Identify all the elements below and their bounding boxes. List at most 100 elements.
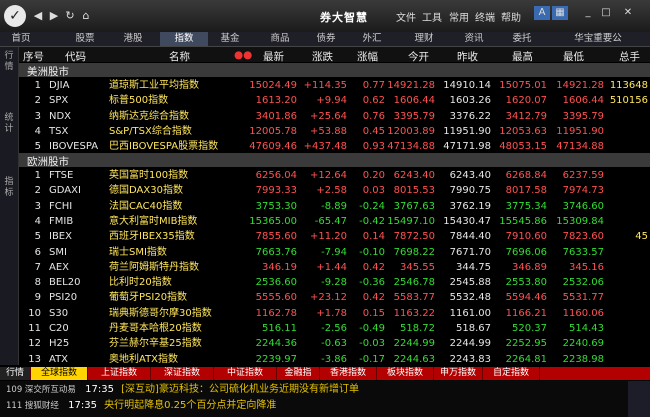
cell-n: 1: [34, 170, 41, 181]
col-last[interactable]: 最新: [263, 49, 284, 64]
news-headline[interactable]: [深互动]豪迈科技：公司硫化机业务近期没有新增订单: [121, 384, 359, 395]
cell-chg: -8.89: [321, 200, 347, 212]
cell-prev: 3762.19: [449, 200, 491, 212]
bottom-tab-csi[interactable]: 中证指数: [214, 367, 277, 380]
tab-fund[interactable]: 基金: [212, 32, 248, 46]
cell-chg: +23.12: [309, 292, 347, 304]
tab-news[interactable]: 资讯: [456, 32, 492, 46]
tab-wealth[interactable]: 理财: [406, 32, 442, 46]
col-low[interactable]: 最低: [563, 49, 584, 64]
maximize-icon[interactable]: □: [598, 6, 614, 20]
cell-name: S&P/TSX综合指数: [109, 125, 192, 137]
table-row[interactable]: 2 GDAXI 德国DAX30指数 7993.33 +2.58 0.03 8015.53 79…: [19, 183, 650, 198]
menu-tools[interactable]: 工具: [422, 9, 442, 24]
cell-last: 2244.36: [255, 338, 297, 350]
news-item[interactable]: 111 搜狐财经 17:35 央行明起降息0.25个百分点并定向降准: [6, 399, 276, 413]
news-time: 17:35: [68, 400, 97, 411]
col-open[interactable]: 今开: [408, 49, 429, 64]
sidebar-tab-quotes[interactable]: 行情: [2, 51, 16, 73]
bottom-tab-szse[interactable]: 深证指数: [151, 367, 214, 380]
col-name[interactable]: 名称: [169, 49, 190, 64]
table-row[interactable]: 3 NDX 纳斯达克综合指数 3401.86 +25.64 0.76 3395.79 3376…: [19, 109, 650, 124]
menu-help[interactable]: 帮助: [501, 9, 521, 24]
tab-home[interactable]: 首页: [4, 32, 38, 46]
minimize-icon[interactable]: _: [580, 6, 596, 20]
table-row[interactable]: 10 S30 瑞典斯德哥尔摩30指数 1162.78 +1.78 0.15 1163.22 1…: [19, 306, 650, 321]
cell-open: 8015.53: [393, 185, 435, 197]
home-icon[interactable]: ⌂: [78, 8, 94, 24]
table-row[interactable]: 4 TSX S&P/TSX综合指数 12005.78 +53.88 0.45 12003.8…: [19, 124, 650, 139]
tab-huabao[interactable]: 华宝重要公: [546, 32, 650, 46]
font-size-icon[interactable]: A: [534, 6, 550, 20]
table-row[interactable]: 9 PSI20 葡萄牙PSI20指数 5555.60 +23.12 0.42 5583.77…: [19, 290, 650, 305]
menu-file[interactable]: 文件: [396, 9, 416, 24]
bottom-tab-global[interactable]: 全球指数: [31, 367, 88, 380]
back-icon[interactable]: ◀: [30, 8, 46, 24]
tab-trade[interactable]: 委托: [504, 32, 540, 46]
tab-forex[interactable]: 外汇: [354, 32, 390, 46]
cell-last: 7663.76: [255, 246, 297, 258]
table-row[interactable]: 4 FMIB 意大利富时MIB指数 15365.00 -65.47 -0.42 15497.…: [19, 214, 650, 229]
col-pct[interactable]: 涨幅: [357, 49, 378, 64]
bottom-tab-finance[interactable]: 金融指: [277, 367, 320, 380]
cell-high: 15075.01: [499, 80, 547, 91]
bottom-tab-bar: 行情 全球指数 上证指数 深证指数 中证指数 金融指 香港指数 板块指数 申万指…: [0, 367, 650, 380]
cell-name: 纳斯达克综合指数: [109, 110, 189, 122]
cell-name: 英国富时100指数: [109, 170, 189, 181]
news-headline[interactable]: 央行明起降息0.25个百分点并定向降准: [104, 400, 276, 411]
bottom-tab-sector[interactable]: 板块指数: [377, 367, 434, 380]
table-row[interactable]: 7 AEX 荷兰阿姆斯特丹指数 346.19 +1.44 0.42 345.55 344.75…: [19, 260, 650, 275]
menu-common[interactable]: 常用: [449, 9, 469, 24]
bottom-tab-sw[interactable]: 申万指数: [434, 367, 483, 380]
table-row[interactable]: 1 FTSE 英国富时100指数 6256.04 +12.64 0.20 6243.40 62…: [19, 168, 650, 183]
tab-stocks[interactable]: 股票: [68, 32, 102, 46]
bottom-tab-hk[interactable]: 香港指数: [320, 367, 377, 380]
col-change[interactable]: 涨跌: [312, 49, 333, 64]
app-title: 券大智慧: [320, 11, 368, 24]
col-prev[interactable]: 昨收: [457, 49, 478, 64]
table-row[interactable]: 2 SPX 标普500指数 1613.20 +9.94 0.62 1606.44 1603.2…: [19, 93, 650, 108]
tab-bond[interactable]: 债券: [308, 32, 344, 46]
table-row[interactable]: 1 DJIA 道琼斯工业平均指数 15024.49 +114.35 0.77 14921.2…: [19, 78, 650, 93]
news-item[interactable]: 109 深交所互动易 17:35 [深互动]豪迈科技：公司硫化机业务近期没有新增…: [6, 383, 359, 397]
forward-icon[interactable]: ▶: [46, 8, 62, 24]
tab-index[interactable]: 指数: [160, 32, 208, 46]
cell-high: 48053.15: [499, 141, 547, 153]
cell-chg: +2.58: [316, 185, 347, 197]
col-seq[interactable]: 序号: [23, 49, 44, 64]
table-row[interactable]: 12 H25 芬兰赫尔辛基25指数 2244.36 -0.63 -0.03 2244.99 2…: [19, 336, 650, 351]
tab-hk[interactable]: 港股: [116, 32, 150, 46]
cell-high: 2252.95: [505, 338, 547, 350]
title-bar: ✓ ◀ ▶ ↻ ⌂ 券大智慧 文件 工具 常用 终端 帮助 A ▦ _ □ ✕: [0, 0, 650, 33]
refresh-icon[interactable]: ↻: [62, 8, 78, 24]
cell-n: 6: [34, 246, 41, 258]
cell-low: 7974.73: [562, 185, 604, 197]
table-row[interactable]: 6 SMI 瑞士SMI指数 7663.76 -7.94 -0.10 7698.22 7671.…: [19, 245, 650, 260]
table-row[interactable]: 5 IBEX 西班牙IBEX35指数 7855.60 +11.20 0.14 7872.50…: [19, 229, 650, 244]
table-row[interactable]: 11 C20 丹麦哥本哈根20指数 516.11 -2.56 -0.49 518.72 518…: [19, 321, 650, 336]
bottom-tab-sse[interactable]: 上证指数: [88, 367, 151, 380]
cell-chg: -65.47: [314, 215, 347, 227]
cell-open: 7872.50: [393, 231, 435, 243]
table-row[interactable]: 13 ATX 奥地利ATX指数 2239.97 -3.86 -0.17 2244.63 224…: [19, 352, 650, 367]
close-icon[interactable]: ✕: [620, 6, 636, 20]
cell-open: 47134.88: [387, 141, 435, 153]
grid-icon[interactable]: ▦: [552, 6, 568, 20]
cell-pct: 0.77: [362, 80, 385, 91]
cell-high: 1166.21: [505, 307, 547, 319]
news-panel-toggle[interactable]: [628, 381, 650, 417]
menu-terminal[interactable]: 终端: [475, 9, 495, 24]
cell-pct: 0.76: [362, 110, 385, 122]
sidebar-tab-stats[interactable]: 统计: [2, 113, 16, 135]
table-row[interactable]: 8 BEL20 比利时20指数 2536.60 -9.28 -0.36 2546.78 254…: [19, 275, 650, 290]
col-high[interactable]: 最高: [512, 49, 533, 64]
cell-n: 2: [34, 185, 41, 197]
bottom-tab-custom[interactable]: 自定指数: [483, 367, 540, 380]
tab-commodity[interactable]: 商品: [262, 32, 298, 46]
cell-vol: 45: [635, 231, 648, 243]
bottom-tab-quotes[interactable]: 行情: [0, 367, 31, 380]
sidebar-tab-indicators[interactable]: 指标: [2, 177, 16, 199]
col-code[interactable]: 代码: [65, 49, 86, 64]
col-volume[interactable]: 总手: [619, 49, 640, 64]
table-row[interactable]: 3 FCHI 法国CAC40指数 3753.30 -8.89 -0.24 3767.63 37…: [19, 199, 650, 214]
